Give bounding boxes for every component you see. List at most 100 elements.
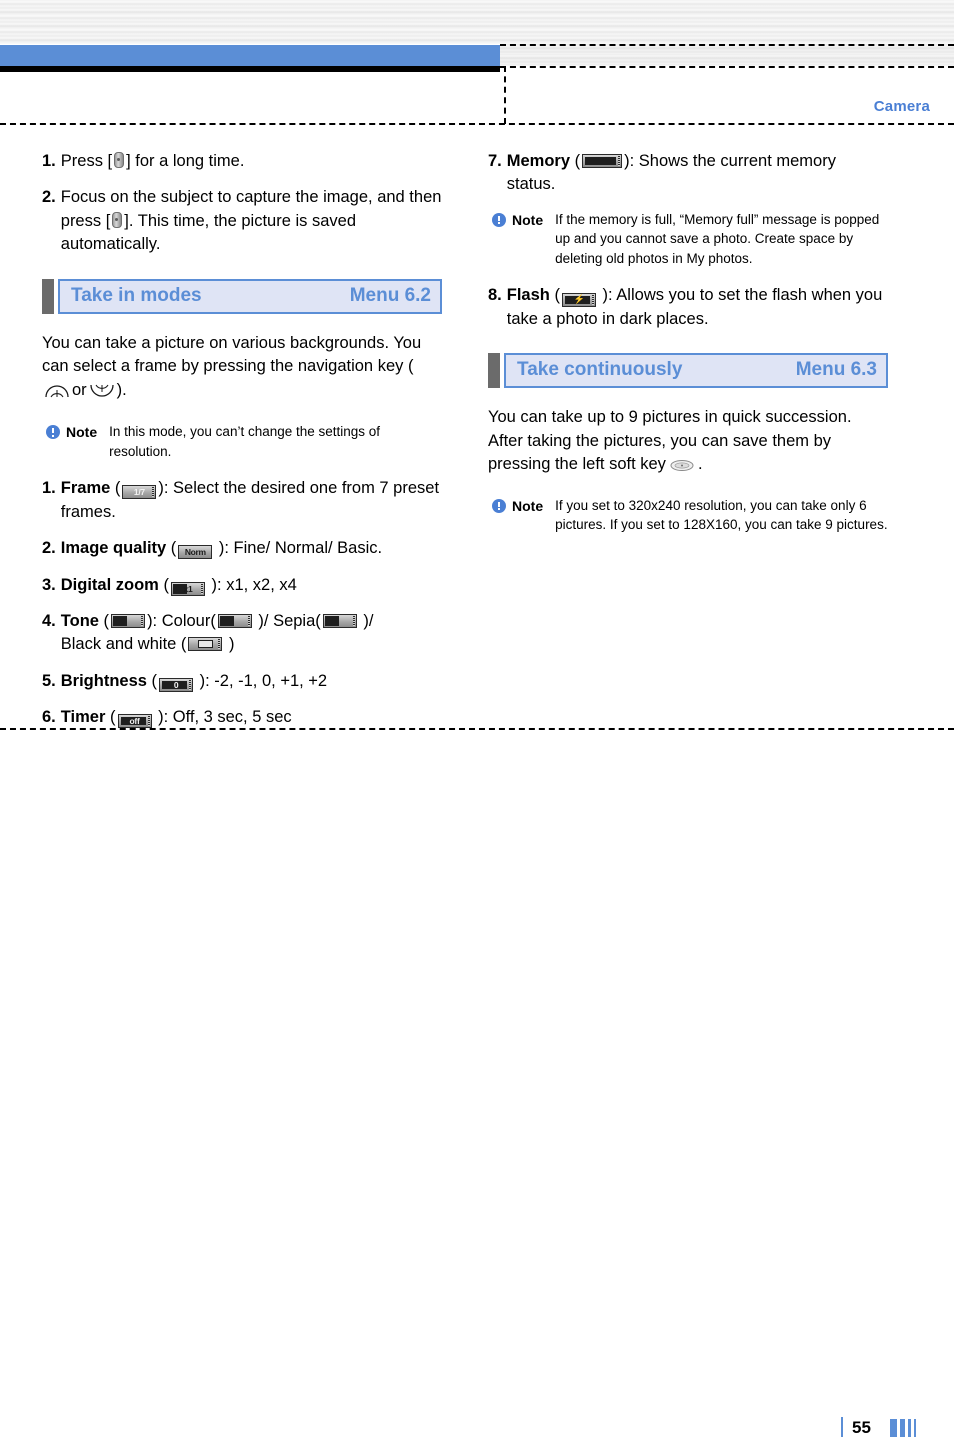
tone-colour-indicator-icon — [217, 614, 252, 629]
tone-text-4: )/ — [358, 612, 374, 631]
list-item-option-brightness: 5. Brightness (0 ): -2, -1, 0, +1, +2 — [42, 670, 442, 693]
note-text: In this mode, you can’t change the setti… — [109, 424, 381, 459]
option-text: ): -2, -1, 0, +1, +2 — [195, 671, 328, 690]
tone-text-3: )/ Sepia( — [253, 612, 321, 631]
option-body: Memory (): Shows the current memory stat… — [507, 150, 888, 197]
crop-mark-top-right — [500, 44, 954, 46]
indicator-tick — [591, 294, 594, 305]
list-item-option-digital-zoom: 3. Digital zoom (x1 ): x1, x2, x4 — [42, 574, 442, 597]
footer-bar-2 — [900, 1419, 905, 1437]
timer-indicator-label: off — [129, 716, 140, 727]
flash-indicator-icon: ⚡ — [561, 292, 596, 307]
footer-bar-4 — [914, 1419, 916, 1437]
section-band: Take continuously Menu 6.3 — [504, 353, 888, 388]
footer-bar-3 — [908, 1419, 911, 1437]
list-item-option-image-quality: 2. Image quality (Norm ): Fine/ Normal/ … — [42, 537, 442, 560]
note-icon-wrap — [46, 422, 60, 461]
footer-separator — [841, 1417, 843, 1437]
scanned-top-strip — [0, 0, 954, 44]
intro-text-part2: . — [697, 455, 703, 474]
navigation-key-down-icon — [89, 383, 115, 407]
phone-key-icon — [112, 211, 123, 228]
memory-indicator-icon — [582, 154, 623, 168]
info-exclamation-icon — [492, 498, 506, 513]
note-text: If the memory is full, “Memory full” mes… — [555, 211, 880, 266]
indicator-tick — [141, 616, 144, 627]
note-block-resolution-limits: Note If you set to 320x240 resolution, y… — [492, 496, 888, 535]
section-menu-number: Menu 6.2 — [349, 284, 431, 306]
note-block-resolution: Note In this mode, you can’t change the … — [46, 422, 442, 461]
list-item-step-2: 2. Focus on the subject to capture the i… — [42, 186, 442, 256]
section-title: Take in modes — [71, 284, 202, 306]
note-label: Note — [512, 211, 544, 228]
section-heading-take-in-modes: Take in modes Menu 6.2 — [42, 278, 442, 314]
crop-mark-vertical — [504, 66, 506, 124]
left-soft-key-icon — [670, 456, 694, 480]
option-body: Tone (): Colour( )/ Sepia( )/ Black and w… — [61, 610, 442, 657]
note-icon-wrap — [492, 496, 506, 535]
brightness-indicator-icon: 0 — [159, 677, 194, 692]
option-name: Brightness — [60, 671, 147, 690]
option-name: Memory — [506, 152, 571, 170]
option-body: Image quality (Norm ): Fine/ Normal/ Bas… — [61, 537, 442, 560]
option-body: Flash (⚡ ): Allows you to set the flash … — [507, 284, 888, 331]
list-item-option-frame: 1. Frame (1/7): Select the desired one f… — [42, 477, 442, 524]
tone-sepia-indicator-icon — [322, 614, 357, 629]
option-name: Digital zoom — [60, 575, 159, 594]
section-heading-take-continuously: Take continuously Menu 6.3 — [488, 353, 888, 388]
indicator-tick — [200, 583, 203, 594]
section-tab-marker — [488, 353, 500, 388]
info-exclamation-icon — [492, 212, 506, 227]
info-exclamation-icon — [46, 425, 60, 440]
navigation-key-up-icon — [44, 383, 70, 407]
step-number: 1. — [42, 152, 56, 170]
scanned-top-strip-right — [500, 44, 954, 66]
flash-bolt-icon: ⚡ — [573, 294, 585, 305]
list-item-option-tone: 4. Tone (): Colour( )/ Sepia( )/ Black an… — [42, 610, 442, 657]
header-black-bar — [0, 66, 500, 72]
option-body: Frame (1/7): Select the desired one from… — [61, 477, 442, 524]
crop-mark-header-rule — [0, 123, 954, 125]
list-item-option-flash: 8. Flash (⚡ ): Allows you to set the fla… — [488, 284, 888, 331]
option-number: 4. — [42, 612, 56, 631]
list-item-step-1: 1. Press [] for a long time. — [42, 150, 442, 173]
tone-text-5: Black and white ( — [60, 635, 187, 654]
option-number: 8. — [488, 286, 502, 305]
memory-text-1: ( — [570, 152, 581, 170]
tone-text-1: ( — [98, 612, 110, 631]
footer-bar-1 — [890, 1419, 897, 1437]
left-column: 1. Press [] for a long time. 2. Focus on… — [42, 150, 442, 743]
step-text-after: ] for a long time. — [126, 152, 245, 170]
note-icon-wrap — [492, 210, 506, 268]
option-body: Brightness (0 ): -2, -1, 0, +1, +2 — [61, 670, 442, 693]
option-text: ): x1, x2, x4 — [206, 575, 297, 594]
brightness-indicator-label: 0 — [173, 679, 179, 690]
indicator-tick — [152, 487, 155, 498]
option-number: 5. — [42, 671, 56, 690]
note-block-memory-full: Note If the memory is full, “Memory full… — [492, 210, 888, 268]
option-number: 3. — [42, 575, 56, 594]
step-number: 2. — [42, 188, 56, 207]
frame-indicator-label: 1/7 — [133, 487, 145, 498]
indicator-tick — [618, 156, 621, 166]
tone-text-6: ) — [224, 635, 235, 654]
option-open-paren: ( — [166, 539, 177, 558]
option-name: Image quality — [60, 539, 167, 558]
section-tab-marker — [42, 278, 54, 314]
page-number: 55 — [852, 1418, 871, 1437]
note-text: If you set to 320x240 resolution, you ca… — [555, 497, 888, 533]
flash-text-1: ( — [549, 286, 560, 305]
image-quality-indicator-label: Norm — [184, 547, 206, 558]
indicator-tick — [189, 679, 192, 690]
header-blue-bar — [0, 45, 500, 66]
page-footer: 55 — [0, 708, 954, 1437]
intro-paragraph-take-continuously: You can take up to 9 pictures in quick s… — [488, 406, 888, 480]
section-menu-number: Menu 6.3 — [795, 359, 877, 380]
right-column: 7. Memory (): Shows the current memory s… — [488, 150, 888, 551]
indicator-tick — [247, 616, 250, 627]
digital-zoom-indicator-label: x1 — [183, 583, 193, 594]
intro-text-part1: You can take a picture on various backgr… — [42, 333, 422, 376]
indicator-tick — [352, 616, 355, 627]
step-body: Press [] for a long time. — [61, 150, 442, 173]
option-name: Frame — [60, 479, 111, 498]
